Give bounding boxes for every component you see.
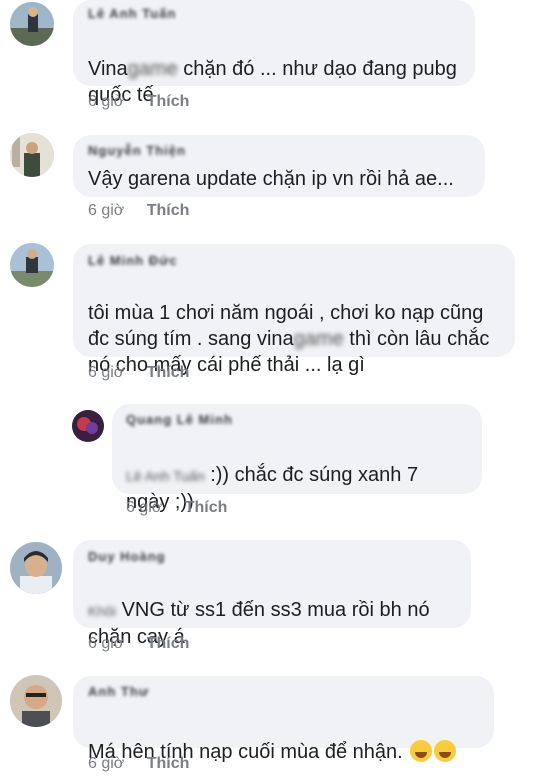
commenter-name[interactable]: Lê Anh Tuấn (88, 6, 176, 21)
blurred-text: game (293, 328, 344, 350)
comment-meta: 6 giờ Thích (88, 202, 189, 220)
comment-meta: 6 giờ Thích (88, 635, 189, 653)
comment-time[interactable]: 6 giờ (88, 93, 124, 110)
comment-text: Vậy garena update chặn ip vn rồi hả ae..… (88, 168, 454, 190)
comment-meta: 6 giờ Thích (88, 93, 189, 111)
avatar[interactable] (10, 133, 54, 177)
comment-time[interactable]: 6 giờ (88, 755, 124, 772)
sad-face-emoji-icon (434, 740, 457, 762)
mention-tag[interactable]: Lê Anh Tuấn (126, 468, 205, 484)
commenter-name[interactable]: Quang Lê Minh (126, 412, 233, 427)
like-button[interactable]: Thích (147, 755, 190, 772)
comment-meta: 6 giờ Thích (126, 499, 227, 517)
commenter-name[interactable]: Nguyễn Thiện (88, 143, 186, 158)
comment-text-part: thì còn lâu chắc (343, 328, 490, 350)
avatar[interactable] (10, 542, 62, 594)
laughing-tears-emoji-icon (410, 740, 433, 762)
commenter-name[interactable]: Duy Hoàng (88, 549, 166, 564)
comment-meta: 6 giờ Thích (88, 364, 189, 382)
like-button[interactable]: Thích (185, 499, 228, 516)
avatar[interactable] (10, 675, 62, 727)
like-button[interactable]: Thích (147, 635, 190, 652)
comment-text: tôi mùa 1 chơi năm ngoái , chơi ko nạp c… (88, 274, 513, 378)
commenter-name[interactable]: Lê Minh Đức (88, 253, 178, 268)
avatar[interactable] (10, 243, 54, 287)
comment-time[interactable]: 6 giờ (126, 499, 162, 516)
comment-text-part: đc súng tím . sang vina (88, 328, 294, 350)
comment-time[interactable]: 6 giờ (88, 202, 124, 219)
mention-tag[interactable]: Khôi (88, 603, 116, 619)
like-button[interactable]: Thích (147, 93, 190, 110)
comment-time[interactable]: 6 giờ (88, 364, 124, 381)
like-button[interactable]: Thích (147, 364, 190, 381)
avatar[interactable] (72, 410, 104, 442)
comment-text-part: tôi mùa 1 chơi năm ngoái , chơi ko nạp c… (88, 302, 484, 324)
comment-text-part: VNG từ ss1 đến ss3 mua rồi bh nó (116, 599, 430, 621)
comment-text-part: :)) chắc đc súng xanh 7 (204, 464, 419, 486)
comment-time[interactable]: 6 giờ (88, 635, 124, 652)
like-button[interactable]: Thích (147, 202, 190, 219)
blurred-text: game (127, 58, 178, 80)
commenter-name[interactable]: Anh Thư (88, 684, 149, 699)
avatar[interactable] (10, 2, 54, 46)
comment-meta: 6 giờ Thích (88, 755, 189, 773)
comment-text-part: Vina (88, 58, 128, 80)
